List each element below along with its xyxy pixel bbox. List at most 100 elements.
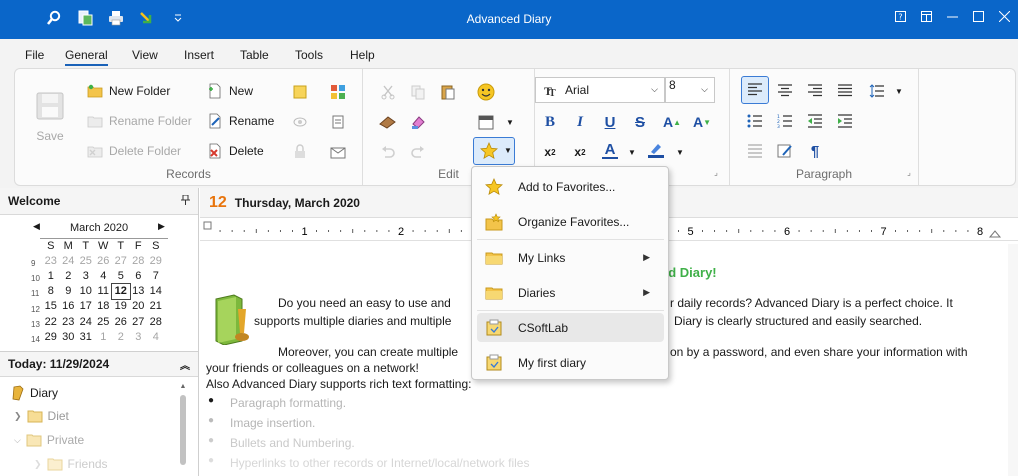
collapse-icon[interactable]: ︽ xyxy=(180,357,190,372)
calendar-day[interactable]: 19 xyxy=(112,299,130,314)
right-indent-marker[interactable] xyxy=(988,230,1002,238)
prev-month-icon[interactable]: ◀ xyxy=(33,221,40,232)
calendar-day[interactable]: 20 xyxy=(130,299,148,314)
cut-icon[interactable] xyxy=(379,83,397,101)
calendar-day[interactable]: 26 xyxy=(95,253,113,268)
calendar-day[interactable]: 29 xyxy=(42,329,60,344)
calendar-day[interactable]: 24 xyxy=(60,253,78,268)
favorites-my-first-diary-item[interactable]: My first diary xyxy=(477,348,664,377)
insert-date-icon[interactable] xyxy=(477,113,495,131)
calendar-day[interactable]: 6 xyxy=(130,268,148,283)
favorites-add-item[interactable]: Add to Favorites... xyxy=(477,172,664,201)
calendar-day[interactable]: 25 xyxy=(77,253,95,268)
font-name-combo[interactable]: TT Arial ⌵ xyxy=(535,77,665,103)
expand-icon[interactable]: ❯ xyxy=(34,459,42,470)
font-color-dropdown-icon[interactable]: ▼ xyxy=(623,143,641,161)
font-dialog-launcher-icon[interactable]: ⌟ xyxy=(707,163,725,181)
calendar-day[interactable]: 4 xyxy=(147,329,165,344)
font-color-icon[interactable]: A xyxy=(601,141,619,159)
calendar-day[interactable]: 27 xyxy=(130,314,148,329)
tree-item-friends[interactable]: ❯ Friends xyxy=(34,457,108,471)
undo-icon[interactable] xyxy=(379,143,397,161)
grow-font-icon[interactable]: A ▲ xyxy=(663,113,681,131)
calendar-day[interactable]: 31 xyxy=(77,329,95,344)
copy-icon[interactable] xyxy=(409,83,427,101)
calendar-day[interactable]: 14 xyxy=(147,284,165,299)
calendar-day[interactable]: 10 xyxy=(77,284,95,299)
insert-date-dropdown-icon[interactable]: ▼ xyxy=(501,113,519,131)
paragraph-edit-icon[interactable] xyxy=(776,142,794,160)
redo-icon[interactable] xyxy=(409,143,427,161)
decrease-indent-icon[interactable] xyxy=(806,112,824,130)
calendar-day[interactable]: 3 xyxy=(77,268,95,283)
strikethrough-icon[interactable]: S xyxy=(631,113,649,131)
calendar-day[interactable]: 23 xyxy=(60,314,78,329)
favorites-diaries-item[interactable]: Diaries ▶ xyxy=(477,278,664,307)
highlight-dropdown-icon[interactable]: ▼ xyxy=(671,143,689,161)
menu-help[interactable]: Help xyxy=(350,48,375,62)
restore-ribbon-icon[interactable] xyxy=(920,10,932,22)
calendar-day[interactable]: 1 xyxy=(95,329,113,344)
sticky-note-icon[interactable] xyxy=(291,83,309,101)
font-size-combo[interactable]: 8 ⌵ xyxy=(665,77,715,103)
clear-format-icon[interactable] xyxy=(409,113,427,131)
justify-icon[interactable] xyxy=(836,82,854,100)
expand-icon[interactable]: ❯ xyxy=(14,411,22,422)
align-left-button[interactable] xyxy=(741,76,769,104)
favorites-csoftlab-item[interactable]: CSoftLab xyxy=(477,313,664,342)
minimize-icon[interactable] xyxy=(946,10,958,22)
favorites-my-links-item[interactable]: My Links ▶ xyxy=(477,243,664,272)
calendar-day[interactable]: 4 xyxy=(95,268,113,283)
tree-item-diary[interactable]: Diary xyxy=(11,385,58,401)
calendar-day[interactable]: 9 xyxy=(60,284,78,299)
next-month-icon[interactable]: ▶ xyxy=(158,221,165,232)
calendar-day[interactable]: 28 xyxy=(147,314,165,329)
calendar-day[interactable]: 12 xyxy=(111,282,131,300)
calendar-day[interactable]: 23 xyxy=(42,253,60,268)
subscript-icon[interactable]: x2 xyxy=(571,143,589,161)
view-icon[interactable] xyxy=(291,113,309,131)
menu-tools[interactable]: Tools xyxy=(295,48,323,62)
align-center-icon[interactable] xyxy=(776,82,794,100)
editor-scrollbar[interactable] xyxy=(1008,244,1018,476)
bullets-icon[interactable] xyxy=(746,112,764,130)
collapse-tree-icon[interactable]: ⌵ xyxy=(14,435,21,446)
calendar-day[interactable]: 17 xyxy=(77,299,95,314)
calendar-day[interactable]: 2 xyxy=(60,268,78,283)
close-icon[interactable] xyxy=(998,10,1010,22)
italic-icon[interactable]: I xyxy=(571,113,589,131)
line-spacing-dropdown-icon[interactable]: ▼ xyxy=(890,82,908,100)
pin-icon[interactable] xyxy=(181,194,190,208)
menu-view[interactable]: View xyxy=(132,48,158,62)
save-button[interactable]: Save xyxy=(35,91,65,143)
indent-marker[interactable] xyxy=(203,221,212,230)
emoticon-icon[interactable] xyxy=(477,83,495,101)
delete-record-button[interactable]: Delete xyxy=(207,143,264,159)
help-icon[interactable]: ? xyxy=(894,10,906,22)
calendar-day[interactable]: 24 xyxy=(77,314,95,329)
show-formatting-icon[interactable]: ¶ xyxy=(806,142,824,160)
calendar-day[interactable]: 15 xyxy=(42,299,60,314)
calendar-day[interactable]: 29 xyxy=(147,253,165,268)
calendar-day[interactable]: 28 xyxy=(130,253,148,268)
bold-icon[interactable]: B xyxy=(541,113,559,131)
calendar-day[interactable]: 1 xyxy=(42,268,60,283)
calendar-day[interactable]: 5 xyxy=(112,268,130,283)
calendar-day[interactable]: 13 xyxy=(130,284,148,299)
calendar-day[interactable]: 7 xyxy=(147,268,165,283)
highlight-icon[interactable] xyxy=(647,141,665,159)
calendar-day[interactable]: 21 xyxy=(147,299,165,314)
rename-record-button[interactable]: Rename xyxy=(207,113,274,129)
calendar-day[interactable]: 25 xyxy=(95,314,113,329)
line-spacing-icon[interactable] xyxy=(868,82,886,100)
calendar-day[interactable]: 8 xyxy=(42,284,60,299)
menu-general[interactable]: General xyxy=(65,48,108,66)
borders-icon[interactable] xyxy=(746,142,764,160)
calendar-day[interactable]: 22 xyxy=(42,314,60,329)
paste-icon[interactable] xyxy=(439,83,457,101)
calendar-day[interactable]: 27 xyxy=(112,253,130,268)
shrink-font-icon[interactable]: A ▼ xyxy=(693,113,711,131)
new-folder-button[interactable]: New Folder xyxy=(87,83,170,99)
lock-icon[interactable] xyxy=(291,143,309,161)
calendar-day[interactable]: 11 xyxy=(95,284,113,299)
